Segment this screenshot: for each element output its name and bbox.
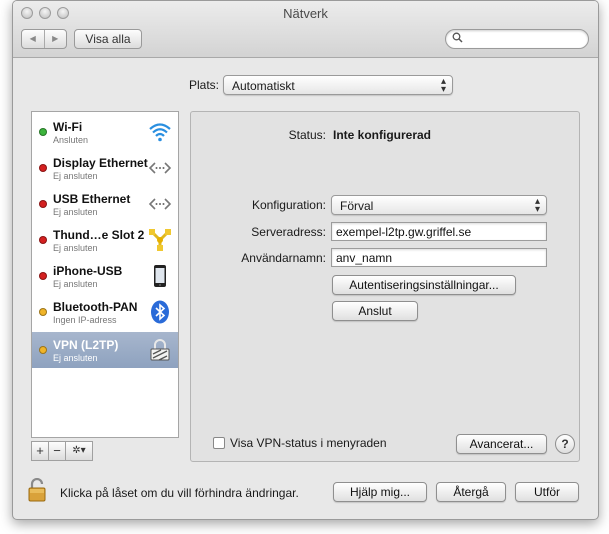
- popup-arrows-icon: ▴ ▾: [534, 196, 540, 215]
- status-dot: [39, 164, 47, 172]
- service-status: Ej ansluten: [53, 243, 98, 253]
- status-dot: [39, 308, 47, 316]
- status-label: Status:: [288, 128, 326, 142]
- lock-icon[interactable]: [27, 477, 49, 502]
- vpn-detail-panel: Status: Inte konfigurerad Konfiguration:…: [190, 111, 580, 462]
- authentication-settings-button[interactable]: Autentiseringsinställningar...: [332, 275, 516, 295]
- bluetooth-icon: [151, 300, 169, 324]
- service-item-usb-ethernet[interactable]: USB Ethernet Ej ansluten: [32, 186, 178, 222]
- location-popup[interactable]: Automatiskt ▴ ▾: [223, 75, 453, 95]
- assist-me-button[interactable]: Hjälp mig...: [333, 482, 427, 502]
- search-icon: [452, 32, 463, 46]
- status-dot: [39, 236, 47, 244]
- iphone-icon: [154, 265, 166, 287]
- service-item-wifi[interactable]: Wi-Fi Ansluten: [32, 114, 178, 150]
- ethernet-icon: [148, 198, 172, 210]
- search-field[interactable]: [445, 29, 589, 49]
- service-name: Wi-Fi: [53, 120, 83, 134]
- lock-hint-text: Klicka på låset om du vill förhindra änd…: [60, 486, 299, 500]
- add-service-button[interactable]: +: [31, 441, 49, 461]
- remove-service-button[interactable]: −: [48, 441, 66, 461]
- service-item-iphone-usb[interactable]: iPhone-USB Ej ansluten: [32, 258, 178, 294]
- connect-button[interactable]: Anslut: [332, 301, 418, 321]
- wifi-icon: [149, 123, 171, 142]
- service-status: Ingen IP-adress: [53, 315, 117, 325]
- configuration-value: Förval: [340, 199, 374, 213]
- action-gear-button[interactable]: ✲▾: [65, 441, 93, 461]
- back-forward-control: ◀ ▶: [21, 29, 67, 49]
- service-name: Thund…e Slot 2: [53, 228, 145, 242]
- service-status: Ej ansluten: [53, 353, 98, 363]
- service-item-thunderbolt-bridge[interactable]: Thund…e Slot 2 Ej ansluten: [32, 222, 178, 258]
- status-dot: [39, 128, 47, 136]
- location-value: Automatiskt: [232, 79, 295, 93]
- service-name: VPN (L2TP): [53, 338, 119, 352]
- show-vpn-status-label: Visa VPN-status i menyraden: [230, 436, 387, 450]
- show-all-button[interactable]: Visa alla: [74, 29, 142, 49]
- popup-arrows-icon: ▴ ▾: [440, 76, 446, 95]
- server-address-field[interactable]: [331, 222, 547, 241]
- status-dot: [39, 346, 47, 354]
- account-name-input[interactable]: [332, 249, 546, 266]
- service-name: Bluetooth-PAN: [53, 300, 138, 314]
- help-button[interactable]: ?: [555, 434, 575, 454]
- service-name: USB Ethernet: [53, 192, 131, 206]
- status-dot: [39, 272, 47, 280]
- service-status: Ej ansluten: [53, 171, 98, 181]
- account-name-field[interactable]: [331, 248, 547, 267]
- configuration-popup[interactable]: Förval ▴ ▾: [331, 195, 547, 215]
- vpn-lock-icon: [150, 339, 170, 361]
- service-name: Display Ethernet: [53, 156, 148, 170]
- account-name-label: Användarnamn:: [241, 251, 326, 265]
- advanced-button[interactable]: Avancerat...: [456, 434, 547, 454]
- service-item-bluetooth-pan[interactable]: Bluetooth-PAN Ingen IP-adress: [32, 294, 178, 330]
- service-status: Ej ansluten: [53, 279, 98, 289]
- service-status: Ej ansluten: [53, 207, 98, 217]
- location-label: Plats:: [189, 78, 220, 92]
- service-list: Wi-Fi Ansluten Display Ethernet Ej anslu…: [31, 111, 179, 438]
- service-name: iPhone-USB: [53, 264, 123, 278]
- window-title: Nätverk: [283, 6, 328, 21]
- service-list-controls: + − ✲▾: [31, 441, 179, 461]
- revert-button[interactable]: Återgå: [436, 482, 506, 502]
- forward-button[interactable]: ▶: [45, 30, 67, 48]
- network-preferences-window: Nätverk ◀ ▶ Visa alla Plats: Automatiskt…: [12, 0, 599, 520]
- ethernet-icon: [148, 162, 172, 174]
- apply-button[interactable]: Utför: [515, 482, 579, 502]
- thunderbolt-icon: [149, 229, 171, 251]
- server-address-label: Serveradress:: [251, 225, 326, 239]
- service-item-vpn-l2tp[interactable]: VPN (L2TP) Ej ansluten: [32, 332, 178, 368]
- service-status: Ansluten: [53, 135, 89, 145]
- configuration-label: Konfiguration:: [251, 198, 326, 212]
- show-vpn-status-checkbox[interactable]: [213, 437, 225, 449]
- status-dot: [39, 200, 47, 208]
- back-button[interactable]: ◀: [22, 30, 45, 48]
- server-address-input[interactable]: [332, 223, 546, 240]
- service-item-display-ethernet[interactable]: Display Ethernet Ej ansluten: [32, 150, 178, 186]
- status-value: Inte konfigurerad: [333, 128, 432, 142]
- titlebar: Nätverk ◀ ▶ Visa alla: [13, 1, 598, 58]
